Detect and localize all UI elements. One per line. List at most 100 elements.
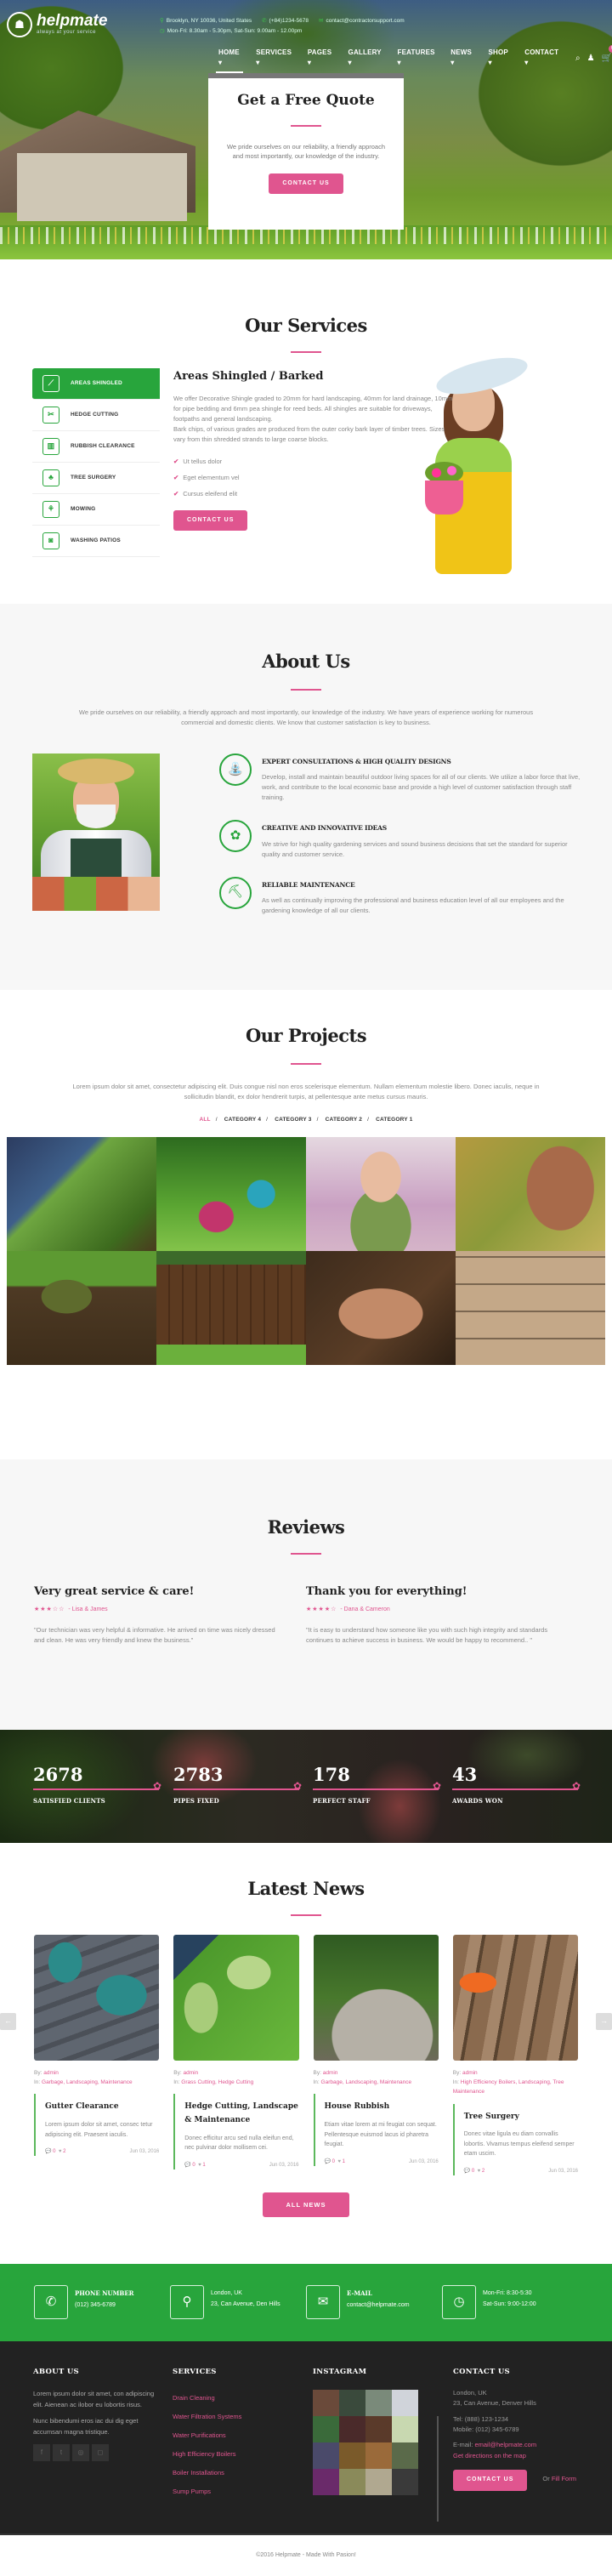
instagram-photo[interactable] [392, 2442, 418, 2469]
instagram-photo[interactable] [366, 2442, 392, 2469]
nav-pages[interactable]: PAGES ▾ [302, 48, 343, 68]
project-image-florist[interactable] [306, 1137, 456, 1252]
news-image[interactable] [34, 1934, 160, 2061]
instagram-photo[interactable] [392, 2468, 418, 2495]
carousel-next-button[interactable]: → [596, 2013, 612, 2030]
directions-link[interactable]: Get directions on the map [453, 2452, 526, 2459]
instagram-photo[interactable] [366, 2468, 392, 2495]
news-excerpt: Donec vitae ligula eu diam convallis lob… [463, 2131, 575, 2158]
twitter-icon[interactable]: t [53, 2444, 70, 2462]
instagram-photo[interactable] [313, 2389, 339, 2416]
nav-features[interactable]: FEATURES ▾ [392, 48, 445, 68]
project-image-planting-seedlings[interactable] [306, 1251, 456, 1366]
news-image[interactable] [173, 1934, 299, 2061]
instagram-photo[interactable] [339, 2442, 366, 2469]
service-tab-tree-surgery[interactable]: ♣ TREE SURGERY [32, 463, 160, 494]
all-news-button[interactable]: ALL NEWS [263, 2192, 349, 2218]
news-image[interactable] [452, 1934, 578, 2061]
project-image-patio-weeds[interactable] [456, 1251, 605, 1366]
filter-category-4[interactable]: CATEGORY 4 [224, 1117, 261, 1123]
instagram-icon[interactable]: ◻ [92, 2444, 109, 2462]
social-links: f t ◎ ◻ [33, 2444, 161, 2462]
nav-services[interactable]: SERVICES ▾ [250, 48, 302, 68]
nav-gallery[interactable]: GALLERY ▾ [343, 48, 392, 68]
header-email[interactable]: contact@contractorsupport.com [326, 18, 404, 24]
list-item: ✔ Eget elementum vel [173, 473, 240, 481]
service-tab-washing-patios[interactable]: ◙ WASHING PATIOS [32, 526, 160, 557]
instagram-photo[interactable] [339, 2468, 366, 2495]
comment-icon: 💬 [324, 2158, 331, 2164]
footer-service-link[interactable]: Water Filtration Systems [173, 2408, 300, 2426]
instagram-photo[interactable] [313, 2468, 339, 2495]
news-author-link[interactable]: admin [43, 2070, 59, 2076]
news-section: Latest News ← → By: admin In: Garbage, La… [0, 1843, 612, 2264]
facebook-icon[interactable]: f [33, 2444, 50, 2462]
news-category-links[interactable]: Grass Cutting, Hedge Cutting [181, 2079, 253, 2085]
cart-icon[interactable]: 🛒0 [602, 44, 612, 65]
news-image[interactable] [313, 1934, 439, 2061]
carousel-prev-button[interactable]: ← [0, 2013, 16, 2030]
nav-home[interactable]: HOME ▾ [212, 48, 250, 73]
news-category-links[interactable]: Garbage, Landscaping, Maintenance [42, 2079, 133, 2085]
star-rating: ★★★★☆ [306, 1606, 337, 1612]
clock-icon: ◷ [442, 2285, 476, 2319]
instagram-photo[interactable] [339, 2389, 366, 2416]
project-image-wooden-fence[interactable] [156, 1251, 306, 1366]
project-image-pruning-shears[interactable] [456, 1137, 605, 1252]
news-category-links[interactable]: Garbage, Landscaping, Maintenance [321, 2079, 412, 2085]
hero-contact-button[interactable]: CONTACT US [269, 173, 343, 195]
header-phone[interactable]: (+84)1234-5678 [269, 18, 309, 24]
footer-contact-button[interactable]: CONTACT US [453, 2470, 528, 2491]
quote-title: Get a Free Quote [237, 92, 375, 109]
instagram-photo[interactable] [366, 2415, 392, 2442]
projects-intro: Lorem ipsum dolor sit amet, consectetur … [72, 1082, 540, 1100]
user-icon[interactable]: ♟ [587, 52, 595, 65]
news-title[interactable]: Tree Surgery [464, 2111, 578, 2124]
search-icon[interactable]: ⌕ [575, 52, 581, 65]
service-contact-button[interactable]: CONTACT US [173, 509, 248, 531]
filter-all[interactable]: ALL [199, 1117, 210, 1123]
nav-news[interactable]: NEWS ▾ [445, 48, 482, 68]
filter-category-3[interactable]: CATEGORY 3 [275, 1117, 311, 1123]
news-category-links[interactable]: High Efficiency Boilers, Landscaping, Tr… [453, 2079, 564, 2095]
service-tab-areas-shingled[interactable]: ⟋ AREAS SHINGLED [32, 368, 160, 400]
project-gallery [7, 1137, 605, 1366]
review-title: Thank you for everything! [306, 1584, 468, 1598]
news-author-link[interactable]: admin [462, 2070, 478, 2076]
review-text: "Our technician was very helpful & infor… [34, 1625, 275, 1644]
news-author-link[interactable]: admin [323, 2070, 338, 2076]
instagram-photo[interactable] [313, 2442, 339, 2469]
nav-shop[interactable]: SHOP ▾ [482, 48, 518, 68]
instagram-photo[interactable] [339, 2415, 366, 2442]
project-image-garden-sprayer[interactable] [156, 1137, 306, 1252]
footer-contact: CONTACT US London, UK 23, Can Avenue, Den… [453, 2367, 606, 2491]
footer-service-link[interactable]: Boiler Installations [173, 2464, 300, 2482]
news-title[interactable]: Hedge Cutting, Landscape & Maintenance [184, 2101, 298, 2128]
instagram-photo[interactable] [366, 2389, 392, 2416]
footer-email-link[interactable]: email@helpmate.com [474, 2441, 536, 2448]
footer-service-link[interactable]: High Efficiency Boilers [173, 2445, 300, 2464]
instagram-photo[interactable] [313, 2415, 339, 2442]
service-tab-mowing[interactable]: ⚘ MOWING [32, 494, 160, 526]
news-title[interactable]: Gutter Clearance [45, 2101, 159, 2114]
instagram-photo[interactable] [392, 2415, 418, 2442]
filter-category-2[interactable]: CATEGORY 2 [326, 1117, 362, 1123]
bucket-icon: ◙ [42, 532, 60, 549]
nav-contact[interactable]: CONTACT ▾ [518, 48, 569, 68]
news-title[interactable]: House Rubbish [325, 2101, 439, 2114]
project-image-lawn-turf[interactable] [7, 1251, 156, 1366]
footer-service-link[interactable]: Drain Cleaning [173, 2389, 300, 2408]
service-tab-rubbish-clearance[interactable]: ▥ RUBBISH CLEARANCE [32, 431, 160, 463]
service-tab-hedge-cutting[interactable]: ✂ HEDGE CUTTING [32, 400, 160, 431]
footer-service-link[interactable]: Water Purifications [173, 2426, 300, 2445]
tripadvisor-icon[interactable]: ◎ [72, 2444, 89, 2462]
fill-form-link[interactable]: Fill Form [552, 2475, 576, 2482]
filter-category-1[interactable]: CATEGORY 1 [376, 1117, 412, 1123]
logo[interactable]: ☗ helpmate always at your service [7, 12, 107, 37]
project-image-garden-lights[interactable] [7, 1137, 156, 1252]
news-author-link[interactable]: admin [183, 2070, 198, 2076]
footer-service-link[interactable]: Sump Pumps [173, 2482, 300, 2501]
main-nav: HOME ▾ SERVICES ▾ PAGES ▾ GALLERY ▾ FEAT… [212, 44, 612, 73]
news-date: Jun 03, 2016 [269, 2162, 299, 2168]
instagram-photo[interactable] [392, 2389, 418, 2416]
